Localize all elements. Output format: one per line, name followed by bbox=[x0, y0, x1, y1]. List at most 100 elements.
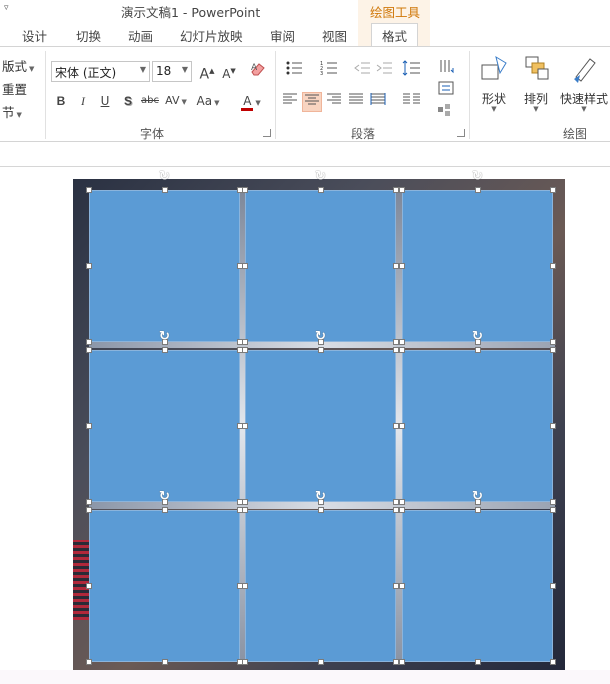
resize-handle[interactable] bbox=[474, 659, 481, 665]
rotate-handle-icon[interactable]: ↻ bbox=[158, 490, 172, 504]
resize-handle[interactable] bbox=[474, 507, 481, 513]
paragraph-dialog-launcher-icon[interactable] bbox=[457, 129, 465, 137]
tab-slideshow[interactable]: 幻灯片放映 bbox=[180, 26, 243, 45]
resize-handle[interactable] bbox=[86, 423, 92, 429]
line-spacing-button[interactable] bbox=[398, 60, 426, 80]
rotate-handle-icon[interactable]: ↻ bbox=[471, 170, 485, 184]
resize-handle[interactable] bbox=[242, 423, 248, 429]
chevron-down-icon[interactable]: ▼ bbox=[140, 65, 146, 74]
decrease-indent-button[interactable] bbox=[352, 60, 372, 80]
font-dialog-launcher-icon[interactable] bbox=[263, 129, 271, 137]
square-shape[interactable] bbox=[245, 350, 396, 502]
justify-button[interactable] bbox=[346, 92, 366, 112]
resize-handle[interactable] bbox=[550, 263, 556, 269]
resize-handle[interactable] bbox=[242, 499, 248, 505]
resize-handle[interactable] bbox=[86, 339, 92, 345]
square-shape[interactable] bbox=[89, 510, 240, 662]
square-shape[interactable] bbox=[402, 350, 553, 502]
arrange-button[interactable]: 排列 ▼ bbox=[513, 53, 559, 113]
resize-handle[interactable] bbox=[474, 347, 481, 353]
resize-handle[interactable] bbox=[550, 339, 556, 345]
resize-handle[interactable] bbox=[399, 659, 405, 665]
tab-animations[interactable]: 动画 bbox=[128, 26, 153, 45]
resize-handle[interactable] bbox=[317, 347, 324, 353]
resize-handle[interactable] bbox=[550, 423, 556, 429]
resize-handle[interactable] bbox=[399, 263, 405, 269]
resize-handle[interactable] bbox=[161, 187, 168, 193]
section-button[interactable]: 节 ▼ bbox=[2, 102, 22, 121]
resize-handle[interactable] bbox=[399, 507, 405, 513]
shapes-button[interactable]: 形状 ▼ bbox=[471, 53, 517, 113]
rotate-handle-icon[interactable]: ↻ bbox=[314, 330, 328, 344]
reset-button[interactable]: 重置 bbox=[2, 79, 27, 98]
smartart-button[interactable] bbox=[433, 102, 461, 122]
resize-handle[interactable] bbox=[242, 187, 248, 193]
clear-format-button[interactable]: A bbox=[248, 60, 268, 80]
bold-button[interactable]: B bbox=[51, 91, 71, 111]
rotate-handle-icon[interactable]: ↻ bbox=[471, 330, 485, 344]
resize-handle[interactable] bbox=[399, 499, 405, 505]
distributed-button[interactable] bbox=[368, 92, 388, 112]
underline-button[interactable]: U bbox=[95, 91, 115, 111]
resize-handle[interactable] bbox=[242, 347, 248, 353]
rotate-handle-icon[interactable]: ↻ bbox=[158, 330, 172, 344]
resize-handle[interactable] bbox=[550, 187, 556, 193]
resize-handle[interactable] bbox=[317, 507, 324, 513]
numbering-button[interactable]: 123 bbox=[315, 60, 343, 80]
change-case-button[interactable]: Aa ▼ bbox=[194, 91, 222, 111]
square-shape[interactable] bbox=[402, 190, 553, 342]
resize-handle[interactable] bbox=[550, 583, 556, 589]
resize-handle[interactable] bbox=[242, 263, 248, 269]
resize-handle[interactable] bbox=[317, 659, 324, 665]
resize-handle[interactable] bbox=[161, 347, 168, 353]
shrink-font-button[interactable]: A▼ bbox=[219, 61, 239, 81]
resize-handle[interactable] bbox=[86, 347, 92, 353]
resize-handle[interactable] bbox=[86, 263, 92, 269]
square-shape[interactable] bbox=[245, 190, 396, 342]
tab-transitions[interactable]: 切换 bbox=[76, 26, 101, 45]
tab-view[interactable]: 视图 bbox=[322, 26, 347, 45]
rotate-handle-icon[interactable]: ↻ bbox=[471, 490, 485, 504]
bullets-button[interactable] bbox=[280, 60, 308, 80]
resize-handle[interactable] bbox=[550, 507, 556, 513]
tab-design[interactable]: 设计 bbox=[22, 26, 47, 45]
square-shape[interactable] bbox=[89, 350, 240, 502]
square-shape[interactable] bbox=[402, 510, 553, 662]
resize-handle[interactable] bbox=[86, 659, 92, 665]
columns-button[interactable] bbox=[398, 92, 426, 112]
font-size-combo[interactable]: 18 ▼ bbox=[152, 61, 192, 82]
italic-button[interactable]: I bbox=[73, 91, 93, 111]
resize-handle[interactable] bbox=[399, 187, 405, 193]
resize-handle[interactable] bbox=[317, 187, 324, 193]
resize-handle[interactable] bbox=[399, 347, 405, 353]
increase-indent-button[interactable] bbox=[374, 60, 394, 80]
strikethrough-button[interactable]: abc bbox=[140, 91, 160, 111]
grow-font-button[interactable]: A▲ bbox=[197, 61, 217, 83]
tab-review[interactable]: 审阅 bbox=[270, 26, 295, 45]
resize-handle[interactable] bbox=[86, 507, 92, 513]
resize-handle[interactable] bbox=[474, 187, 481, 193]
resize-handle[interactable] bbox=[399, 339, 405, 345]
resize-handle[interactable] bbox=[161, 507, 168, 513]
resize-handle[interactable] bbox=[161, 659, 168, 665]
align-right-button[interactable] bbox=[324, 92, 344, 112]
align-left-button[interactable] bbox=[280, 92, 300, 112]
char-spacing-button[interactable]: AV ▼ bbox=[163, 91, 189, 111]
font-name-combo[interactable]: 宋体 (正文) ▼ bbox=[51, 61, 150, 82]
resize-handle[interactable] bbox=[86, 499, 92, 505]
square-shape[interactable] bbox=[89, 190, 240, 342]
square-shape[interactable] bbox=[245, 510, 396, 662]
resize-handle[interactable] bbox=[242, 659, 248, 665]
align-center-button[interactable] bbox=[302, 92, 322, 112]
resize-handle[interactable] bbox=[550, 659, 556, 665]
resize-handle[interactable] bbox=[242, 507, 248, 513]
rotate-handle-icon[interactable]: ↻ bbox=[314, 490, 328, 504]
resize-handle[interactable] bbox=[242, 339, 248, 345]
text-direction-button[interactable] bbox=[433, 58, 461, 78]
resize-handle[interactable] bbox=[550, 499, 556, 505]
layout-button[interactable]: 版式 ▼ bbox=[2, 56, 34, 75]
resize-handle[interactable] bbox=[550, 347, 556, 353]
align-text-button[interactable] bbox=[433, 80, 461, 100]
resize-handle[interactable] bbox=[399, 583, 405, 589]
quick-access-dropdown-icon[interactable]: ▿ bbox=[4, 3, 9, 13]
